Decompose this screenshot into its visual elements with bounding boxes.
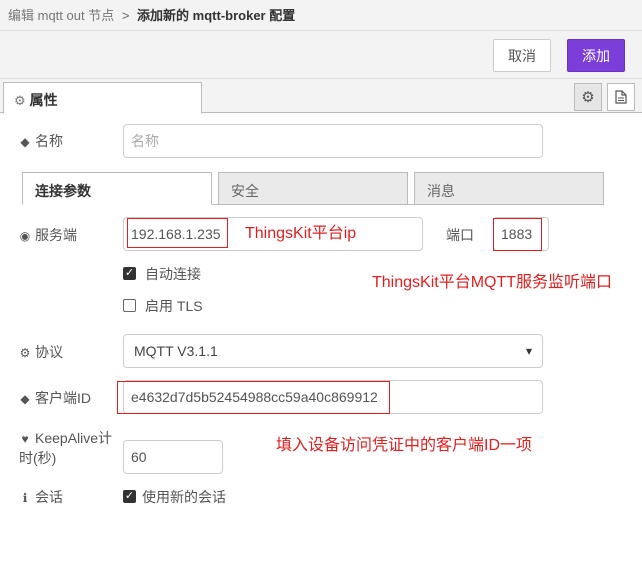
- tab-properties[interactable]: ⚙ 属性: [3, 82, 202, 114]
- breadcrumb: 编辑 mqtt out 节点 > 添加新的 mqtt-broker 配置: [0, 0, 642, 31]
- tag-icon: ◆: [20, 392, 30, 406]
- chevron-down-icon: ▾: [525, 344, 532, 358]
- document-icon: [615, 90, 627, 104]
- server-label: ◉ 服务端: [19, 227, 77, 243]
- subtab-connection[interactable]: 连接参数: [22, 172, 212, 205]
- tls-label: 启用 TLS: [145, 298, 203, 314]
- tab-bar: ⚙ 属性 ⚙: [0, 79, 642, 114]
- check-icon: ✓: [124, 267, 135, 279]
- heartbeat-icon: ♥: [21, 432, 29, 446]
- client-id-annotation: 填入设备访问凭证中的客户端ID一项: [276, 437, 533, 454]
- protocol-label: ⚙ 协议: [19, 344, 63, 360]
- breadcrumb-previous[interactable]: 编辑 mqtt out 节点: [8, 8, 114, 23]
- clean-session-label: 使用新的会话: [142, 489, 226, 505]
- connection-subtabs: 连接参数 安全 消息: [22, 172, 604, 205]
- description-tab-button[interactable]: [607, 83, 635, 111]
- port-annotation: ThingsKit平台MQTT服务监听端口: [372, 274, 613, 291]
- name-input[interactable]: 名称: [123, 124, 543, 158]
- keepalive-label-line2: 时(秒): [19, 450, 57, 466]
- tag-icon: ◆: [20, 135, 30, 149]
- settings-tab-button[interactable]: ⚙: [574, 83, 602, 111]
- protocol-value: MQTT V3.1.1: [134, 343, 218, 359]
- session-label: ℹ 会话: [19, 487, 63, 507]
- protocol-select[interactable]: MQTT V3.1.1 ▾: [123, 334, 543, 368]
- clean-session-checkbox[interactable]: ✓: [123, 490, 136, 503]
- client-id-label: ◆ 客户端ID: [20, 390, 91, 406]
- breadcrumb-separator: >: [121, 8, 130, 23]
- check-icon: ✓: [124, 490, 135, 502]
- auto-connect-label: 自动连接: [145, 266, 201, 282]
- server-highlight-box: [127, 218, 228, 248]
- cog-icon: ⚙: [19, 346, 31, 360]
- info-icon: ℹ: [22, 491, 28, 505]
- auto-connect-checkbox[interactable]: ✓: [123, 267, 136, 280]
- keepalive-label: ♥ KeepAlive计: [19, 428, 112, 448]
- name-label: ◆ 名称: [20, 133, 63, 149]
- globe-icon: ◉: [19, 229, 31, 243]
- subtab-security[interactable]: 安全: [218, 172, 408, 205]
- tls-checkbox[interactable]: [123, 299, 136, 312]
- subtab-messages[interactable]: 消息: [414, 172, 604, 205]
- add-button[interactable]: 添加: [567, 39, 625, 72]
- client-id-highlight-box: [117, 381, 390, 414]
- tab-properties-label: 属性: [29, 92, 58, 108]
- server-annotation: ThingsKit平台ip: [245, 225, 357, 242]
- gear-icon: ⚙: [14, 93, 26, 108]
- port-highlight-box: [493, 218, 542, 251]
- cancel-button[interactable]: 取消: [493, 39, 551, 72]
- keepalive-input[interactable]: 60: [123, 440, 223, 474]
- breadcrumb-current: 添加新的 mqtt-broker 配置: [137, 8, 296, 23]
- gear-icon: ⚙: [581, 89, 595, 106]
- action-bar: 取消 添加: [0, 31, 642, 79]
- port-label: 端口: [446, 227, 474, 243]
